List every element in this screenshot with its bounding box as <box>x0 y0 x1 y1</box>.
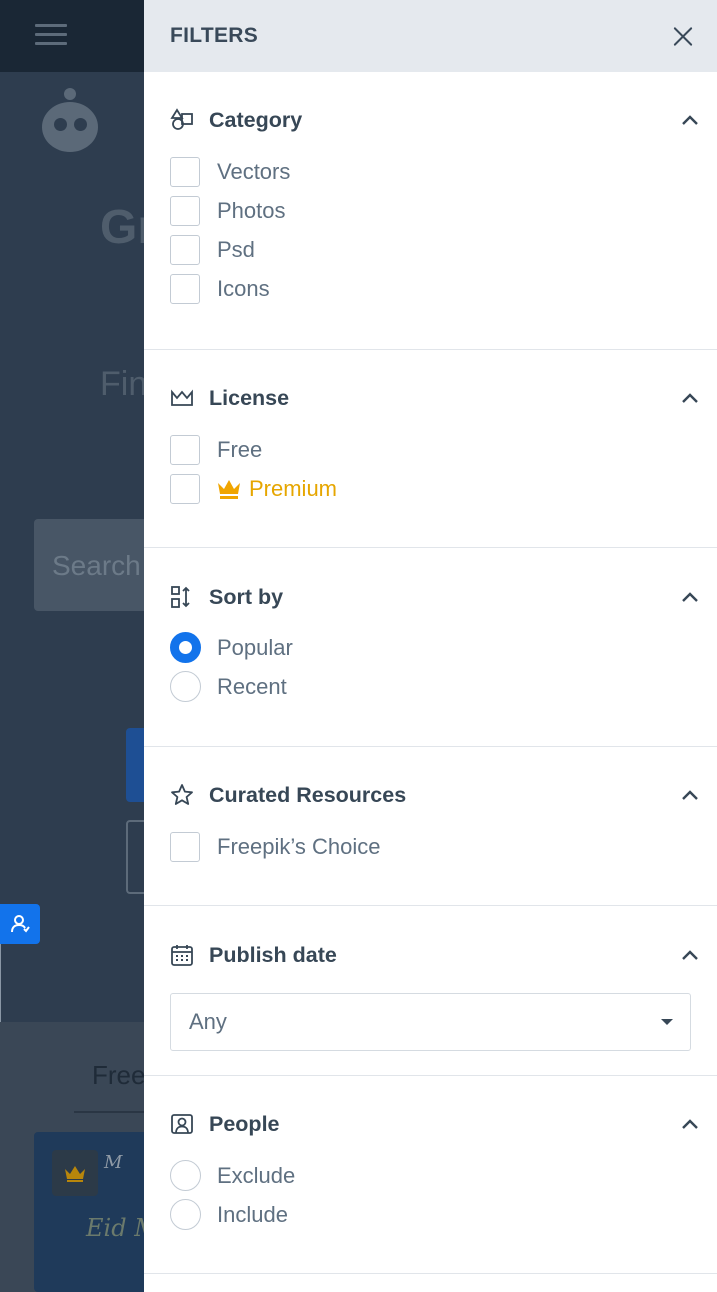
checkbox[interactable] <box>170 434 200 465</box>
premium-option: Premium <box>217 476 337 502</box>
option-label: Include <box>217 1201 288 1227</box>
checkbox[interactable] <box>170 273 200 304</box>
filters-title: FILTERS <box>170 24 259 47</box>
option-label: Photos <box>217 197 286 223</box>
publish-date-title: Publish date <box>209 942 337 967</box>
option-freepiks-choice[interactable]: Freepik’s Choice <box>170 827 691 866</box>
radio[interactable] <box>170 1160 201 1191</box>
caret-down-icon <box>661 1019 673 1025</box>
user-icon[interactable] <box>0 904 40 944</box>
curated-title: Curated Resources <box>209 782 407 807</box>
background-tab-free: Free <box>92 1060 146 1090</box>
category-title: Category <box>209 107 303 132</box>
premium-crown-icon <box>52 1150 98 1196</box>
checkbox[interactable] <box>170 473 200 504</box>
menu-icon[interactable] <box>35 24 67 46</box>
section-publish-date: Publish date Any <box>144 906 717 1076</box>
option-label: Free <box>217 436 263 462</box>
chevron-up-icon[interactable] <box>680 945 700 965</box>
option-label: Exclude <box>217 1162 296 1188</box>
option-icons[interactable]: Icons <box>170 269 691 308</box>
option-recent[interactable]: Recent <box>170 667 691 706</box>
option-popular[interactable]: Popular <box>170 628 691 667</box>
option-label: Popular <box>217 634 293 660</box>
publish-date-value: Any <box>189 1009 227 1034</box>
checkbox[interactable] <box>170 156 200 187</box>
premium-crown-icon <box>218 479 240 499</box>
star-icon <box>170 783 194 807</box>
chevron-up-icon[interactable] <box>680 1114 700 1134</box>
sort-icon <box>170 585 194 609</box>
radio[interactable] <box>170 1199 201 1230</box>
option-include[interactable]: Include <box>170 1195 691 1234</box>
option-label: Recent <box>217 673 287 699</box>
chevron-up-icon[interactable] <box>680 388 700 408</box>
background-subheading: Fin <box>100 365 148 403</box>
section-license: License Free Premium <box>144 350 717 548</box>
section-category: Category Vectors Photos Psd Icons <box>144 72 717 350</box>
checkbox[interactable] <box>170 195 200 226</box>
option-psd[interactable]: Psd <box>170 230 691 269</box>
category-header[interactable]: Category <box>170 106 698 134</box>
option-free[interactable]: Free <box>170 430 691 469</box>
section-curated: Curated Resources Freepik’s Choice <box>144 747 717 906</box>
chevron-up-icon[interactable] <box>680 785 700 805</box>
people-header[interactable]: People <box>170 1110 698 1138</box>
checkbox[interactable] <box>170 234 200 265</box>
option-label: Icons <box>217 275 270 301</box>
option-photos[interactable]: Photos <box>170 191 691 230</box>
publish-date-select[interactable]: Any <box>170 993 691 1051</box>
option-label: Vectors <box>217 158 291 184</box>
calendar-icon <box>170 943 194 967</box>
option-label: Premium <box>249 475 338 501</box>
close-icon[interactable] <box>671 24 695 48</box>
option-premium[interactable]: Premium <box>170 469 691 508</box>
filters-header: FILTERS <box>144 0 717 72</box>
radio[interactable] <box>170 671 201 702</box>
license-title: License <box>209 385 290 410</box>
background-search-placeholder: Search <box>52 550 141 581</box>
person-frame-icon <box>170 1112 194 1136</box>
chevron-up-icon[interactable] <box>680 110 700 130</box>
option-label: Psd <box>217 236 255 262</box>
option-vectors[interactable]: Vectors <box>170 152 691 191</box>
section-sort: Sort by Popular Recent <box>144 548 717 747</box>
sort-title: Sort by <box>209 584 284 609</box>
checkbox[interactable] <box>170 831 200 862</box>
option-label: Freepik’s Choice <box>217 833 381 859</box>
filters-panel: FILTERS Category Vectors Photos Psd Icon… <box>144 0 717 1292</box>
publish-date-header[interactable]: Publish date <box>170 941 698 969</box>
option-exclude[interactable]: Exclude <box>170 1156 691 1195</box>
robot-logo-icon <box>34 88 104 156</box>
chevron-up-icon[interactable] <box>680 587 700 607</box>
section-people: People Exclude Include <box>144 1076 717 1274</box>
license-header[interactable]: License <box>170 384 698 412</box>
radio-selected[interactable] <box>170 632 201 663</box>
sort-header[interactable]: Sort by <box>170 583 698 611</box>
curated-header[interactable]: Curated Resources <box>170 781 698 809</box>
people-title: People <box>209 1111 280 1136</box>
shapes-icon <box>170 108 194 132</box>
crown-outline-icon <box>170 386 194 410</box>
